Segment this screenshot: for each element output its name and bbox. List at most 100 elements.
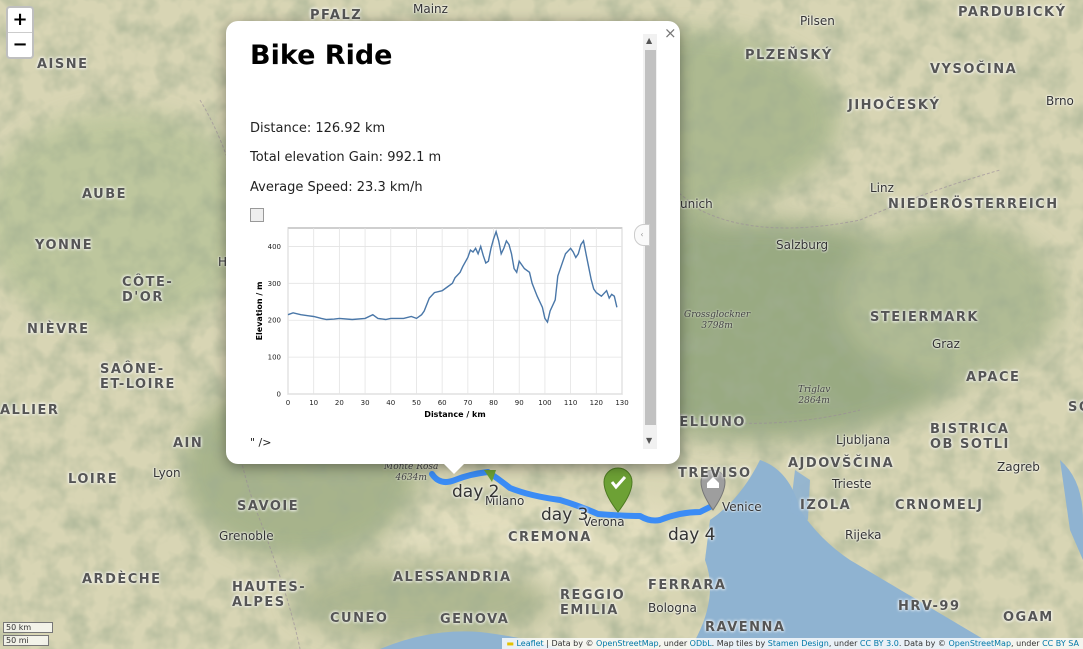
region-label: OGAM xyxy=(1003,610,1054,625)
peak-label: Triglav 2864m xyxy=(798,385,831,406)
region-label: RAVENNA xyxy=(705,620,786,635)
y-tick-label: 100 xyxy=(268,354,281,362)
region-label: FERRARA xyxy=(648,578,727,593)
zoom-control: + − xyxy=(6,6,34,59)
region-label: SAÔNE- ET-LOIRE xyxy=(100,362,176,392)
attribution: ▬ Leaflet | Data by © OpenStreetMap, und… xyxy=(502,638,1083,649)
y-tick-label: 400 xyxy=(268,243,281,251)
region-label: ALLIER xyxy=(0,403,60,418)
attrib-text-1: | Data by © xyxy=(546,639,594,648)
x-tick-label: 40 xyxy=(386,399,395,407)
y-tick-label: 200 xyxy=(268,317,281,325)
region-label: AISNE xyxy=(37,57,89,72)
region-label: CREMONA xyxy=(508,530,592,545)
x-tick-label: 0 xyxy=(286,399,290,407)
x-tick-label: 30 xyxy=(361,399,370,407)
region-label: SAVOIE xyxy=(237,499,300,514)
day-label: day 3 xyxy=(541,505,589,525)
popup-close-button[interactable]: × xyxy=(664,24,677,42)
city-label: Venice xyxy=(722,500,762,514)
leaflet-link[interactable]: Leaflet xyxy=(516,639,543,648)
x-tick-label: 130 xyxy=(615,399,628,407)
x-tick-label: 10 xyxy=(309,399,318,407)
city-label: Mainz xyxy=(413,2,448,16)
region-label: ALESSANDRIA xyxy=(393,570,512,585)
region-label: AJDOVŠČINA xyxy=(788,456,895,471)
osm-link[interactable]: OpenStreetMap xyxy=(596,639,659,648)
average-speed-text: Average Speed: 23.3 km/h xyxy=(250,180,423,195)
x-tick-label: 50 xyxy=(412,399,421,407)
odbl-link[interactable]: ODbL xyxy=(690,639,712,648)
region-label: AIN xyxy=(173,436,204,451)
x-tick-label: 80 xyxy=(489,399,498,407)
elevation-gain-text: Total elevation Gain: 992.1 m xyxy=(250,150,442,165)
region-label: SO xyxy=(1068,400,1083,415)
elevation-chart: 0 10 20 30 40 50 60 70 80 90 100 110 120 130 0 100 200 30… xyxy=(255,227,629,419)
city-label: Pilsen xyxy=(800,14,835,28)
y-axis-label: Elevation / m xyxy=(255,282,264,341)
ukraine-flag-icon: ▬ xyxy=(506,639,514,648)
region-label: STEIERMARK xyxy=(870,310,979,325)
day-label: day 2 xyxy=(452,482,500,502)
x-axis-label: Distance / km xyxy=(424,410,485,419)
plot-area xyxy=(287,227,623,395)
region-label: APACE xyxy=(966,370,1021,385)
city-label: Graz xyxy=(932,337,960,351)
x-tick-label: 60 xyxy=(438,399,447,407)
city-label: Brno xyxy=(1046,94,1074,108)
broken-image-icon xyxy=(250,208,264,222)
region-label: GENOVA xyxy=(440,612,510,627)
y-tick-label: 300 xyxy=(268,280,281,288)
x-tick-label: 70 xyxy=(463,399,472,407)
stamen-link[interactable]: Stamen Design xyxy=(768,639,829,648)
zoom-in-button[interactable]: + xyxy=(8,8,32,32)
region-label: NIÈVRE xyxy=(27,322,90,337)
region-label: AUBE xyxy=(82,187,128,202)
scale-km: 50 km xyxy=(3,622,53,633)
city-label: Salzburg xyxy=(776,238,829,252)
attrib-text-5: . Data by © xyxy=(898,639,946,648)
region-label: IZOLA xyxy=(800,498,852,513)
region-label: HRV-99 xyxy=(898,599,961,614)
html-residue-text: " /> xyxy=(250,436,272,449)
region-label: BISTRICA OB SOTLI xyxy=(930,422,1010,452)
city-label: Trieste xyxy=(832,477,872,491)
city-label: Verona xyxy=(583,515,625,529)
region-label: PLZEŇSKÝ xyxy=(745,48,833,63)
region-label: CRNOMELJ xyxy=(895,498,984,513)
region-label: NIEDERÖSTERREICH xyxy=(888,197,1059,212)
attrib-text-2: , under xyxy=(658,639,688,648)
region-label: ARDÈCHE xyxy=(82,572,162,587)
collapse-tab[interactable]: ‹ xyxy=(634,224,650,246)
day-label: day 4 xyxy=(668,525,716,545)
city-label: Grenoble xyxy=(219,529,274,543)
x-tick-label: 120 xyxy=(590,399,603,407)
popup-tip xyxy=(443,463,465,474)
city-label: Lyon xyxy=(153,466,181,480)
region-label: HAUTES- ALPES xyxy=(232,580,307,610)
city-label: Rijeka xyxy=(845,528,882,542)
x-tick-label: 90 xyxy=(515,399,524,407)
region-label: JIHOČESKÝ xyxy=(848,98,941,113)
x-tick-label: 110 xyxy=(564,399,577,407)
scroll-down-arrow-icon[interactable]: ▼ xyxy=(646,436,652,445)
region-label: PARDUBICKÝ xyxy=(958,5,1067,20)
peak-label: Monte Rosa 4634m xyxy=(384,462,439,483)
region-label: YONNE xyxy=(35,238,94,253)
cc-by-link[interactable]: CC BY 3.0 xyxy=(860,639,899,648)
zoom-out-button[interactable]: − xyxy=(8,32,32,57)
city-label: Linz xyxy=(870,181,894,195)
city-label: Ljubljana xyxy=(836,433,891,447)
scroll-up-arrow-icon[interactable]: ▲ xyxy=(646,36,652,45)
city-label: Zagreb xyxy=(997,460,1040,474)
region-label: REGGIO EMILIA xyxy=(560,588,626,618)
region-label: CUNEO xyxy=(330,611,389,626)
region-label: LOIRE xyxy=(68,472,119,487)
popup-title: Bike Ride xyxy=(250,40,393,71)
city-label: Bologna xyxy=(648,601,697,615)
scale-mi: 50 mi xyxy=(3,635,49,646)
region-label: TREVISO xyxy=(678,466,752,481)
cc-by-sa-link[interactable]: CC BY SA xyxy=(1042,639,1079,648)
x-tick-label: 100 xyxy=(538,399,551,407)
osm2-link[interactable]: OpenStreetMap xyxy=(948,639,1011,648)
